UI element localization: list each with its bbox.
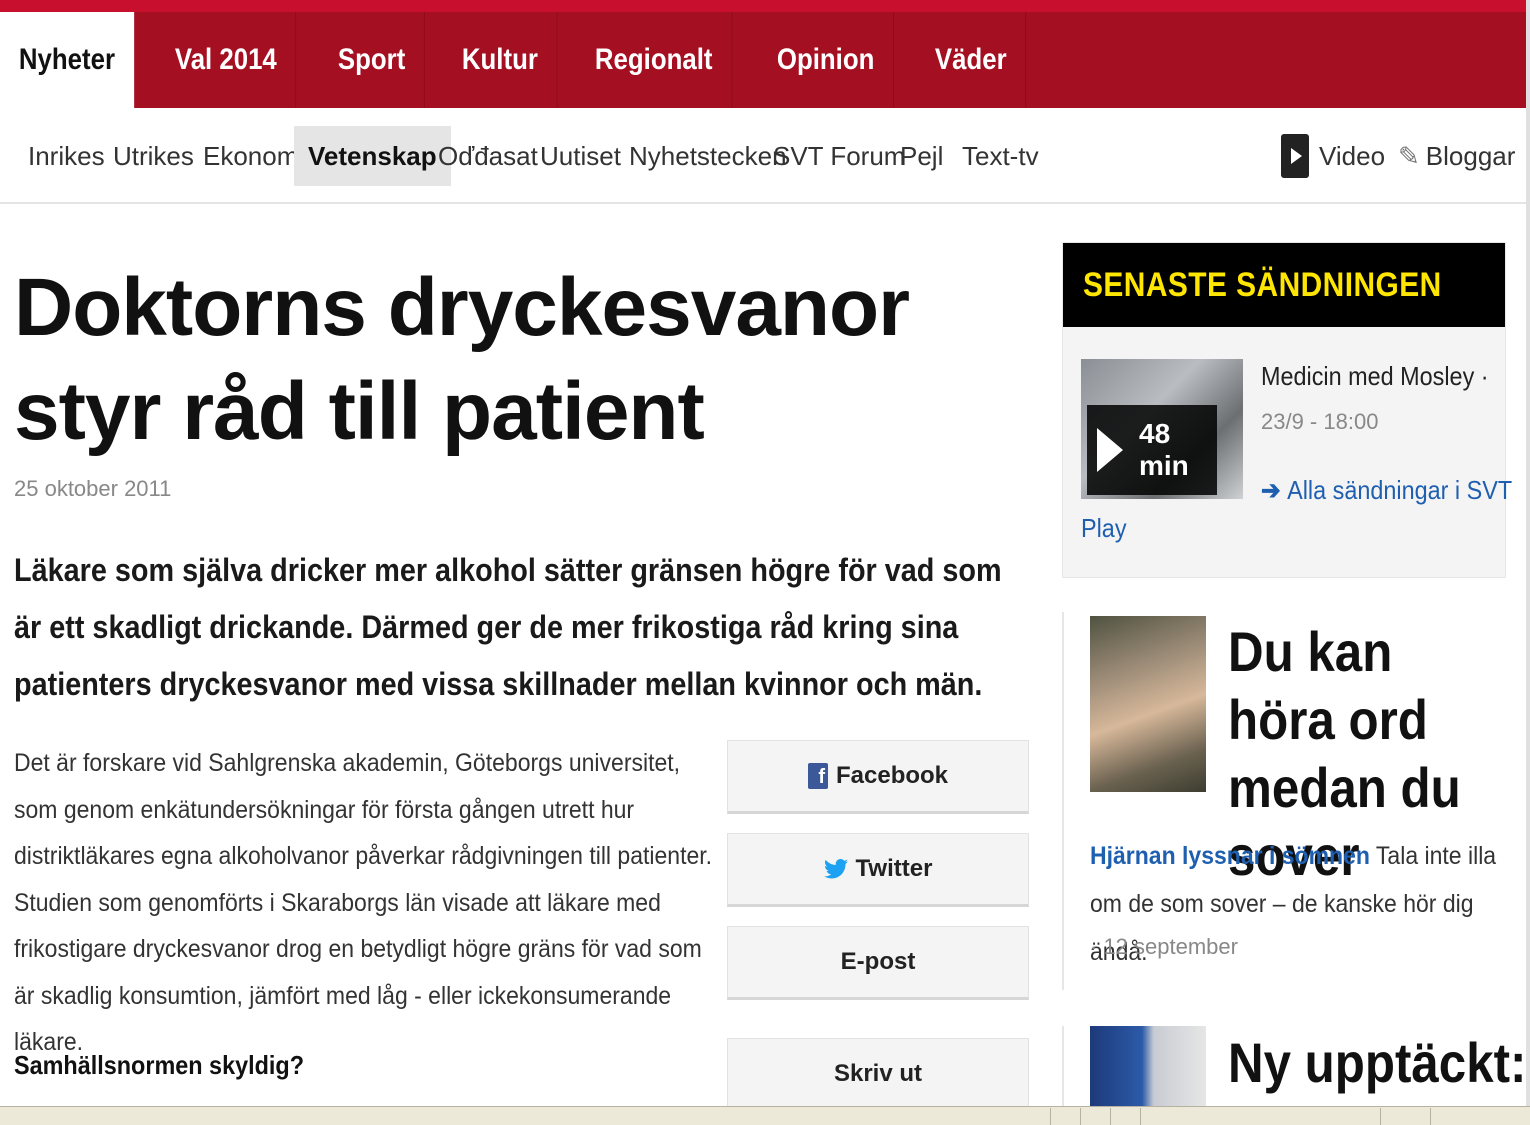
sidebar-article-image-cans[interactable] <box>1090 1026 1206 1116</box>
broadcast-heading-text: SENASTE SÄNDNINGEN <box>1083 265 1442 304</box>
broadcast-show-title[interactable]: Medicin med Mosley · <box>1261 361 1489 392</box>
sidebar-divider-2 <box>1062 1026 1064 1106</box>
subnav-utrikes[interactable]: Utrikes <box>113 126 194 186</box>
article-lead: Läkare som själva dricker mer alkohol sä… <box>14 552 1002 702</box>
status-zone-cell <box>1140 1107 1380 1125</box>
article-date: 25 oktober 2011 <box>14 476 172 501</box>
article-headline: Doktorns dryckesvanor styr råd till pati… <box>14 262 910 457</box>
sidebar-article-date: · 12 september <box>1090 934 1238 959</box>
print-button[interactable]: Skriv ut <box>727 1038 1029 1112</box>
subnav-svt-forum[interactable]: SVT Forum <box>773 126 905 186</box>
subnav-video[interactable]: Video <box>1281 126 1385 186</box>
latest-broadcast-box: SENASTE SÄNDNINGEN 48 min Medicin med Mo… <box>1062 242 1512 578</box>
broadcast-duration: 48 min <box>1139 418 1189 481</box>
status-cell <box>1080 1107 1110 1125</box>
twitter-label: Twitter <box>855 855 933 882</box>
play-icon <box>1097 428 1123 472</box>
nav-tab-vader[interactable]: Väder <box>916 12 1027 108</box>
subnav-ekonomi[interactable]: Ekonomi <box>203 126 304 186</box>
status-cell <box>1050 1107 1080 1125</box>
sidebar-article-teaser-link[interactable]: Hjärnan lyssnar i sömnen <box>1090 842 1370 870</box>
primary-nav: Nyheter Val 2014 Sport Kultur Regionalt … <box>0 12 1526 108</box>
broadcast-heading: SENASTE SÄNDNINGEN <box>1063 243 1505 327</box>
arrow-right-icon: ➔ <box>1261 475 1288 505</box>
all-broadcasts-link[interactable]: ➔ Alla sändningar i SVT <box>1261 475 1512 506</box>
nav-tab-opinion[interactable]: Opinion <box>758 12 894 108</box>
broadcast-play-overlay[interactable]: 48 min <box>1087 405 1217 495</box>
secondary-nav: Inrikes Utrikes Ekonomi Vetenskap Oďđasa… <box>0 108 1526 204</box>
all-broadcasts-link-continued[interactable]: Play <box>1081 513 1127 544</box>
sidebar-divider <box>1062 612 1064 990</box>
article-body: Det är forskare vid Sahlgrenska akademin… <box>14 749 713 1056</box>
page-scrollbar[interactable] <box>1526 0 1530 1110</box>
nav-tab-nyheter[interactable]: Nyheter <box>0 12 134 108</box>
sidebar-article-image-sleeping-man[interactable] <box>1090 616 1206 792</box>
facebook-icon: f <box>807 763 828 789</box>
nav-tab-val-2014[interactable]: Val 2014 <box>156 12 297 108</box>
sidebar-article-title-2[interactable]: Ny upptäckt: <box>1228 1030 1526 1095</box>
subnav-uutiset[interactable]: Uutiset <box>540 126 621 186</box>
article-subhead: Samhällsnormen skyldig? <box>14 1050 304 1080</box>
status-cell <box>1110 1107 1140 1125</box>
status-zoom-cell[interactable] <box>1430 1107 1530 1125</box>
article-body-continuation <box>14 1098 674 1106</box>
subnav-nyhetstecken[interactable]: Nyhetstecken <box>629 126 787 186</box>
subnav-oddasat[interactable]: Oďđasat <box>438 126 538 186</box>
video-play-icon <box>1281 134 1309 178</box>
print-label: Skriv ut <box>833 1060 923 1087</box>
subnav-pejl[interactable]: Pejl <box>900 126 943 186</box>
subnav-inrikes[interactable]: Inrikes <box>28 126 105 186</box>
browser-status-bar <box>0 1106 1530 1125</box>
share-twitter-button[interactable]: Twitter <box>727 833 1029 907</box>
nav-tab-sport[interactable]: Sport <box>319 12 426 108</box>
share-email-button[interactable]: E-post <box>727 926 1029 1000</box>
bloggar-label: Bloggar <box>1425 140 1516 171</box>
nav-tab-regionalt[interactable]: Regionalt <box>576 12 733 108</box>
pen-icon: ✎ <box>1398 140 1420 171</box>
all-broadcasts-link-text: Alla sändningar i SVT <box>1287 475 1513 505</box>
subnav-text-tv[interactable]: Text-tv <box>962 126 1039 186</box>
facebook-label: Facebook <box>835 762 949 789</box>
broadcast-show-time: 23/9 - 18:00 <box>1261 409 1379 434</box>
share-facebook-button[interactable]: f Facebook <box>727 740 1029 814</box>
top-accent-strip <box>0 0 1530 12</box>
video-label: Video <box>1319 140 1386 171</box>
twitter-bird-icon <box>823 859 848 879</box>
nav-tab-kultur[interactable]: Kultur <box>443 12 558 108</box>
subnav-vetenskap[interactable]: Vetenskap <box>294 126 451 186</box>
subnav-bloggar[interactable]: ✎ Bloggar <box>1398 126 1515 186</box>
email-label: E-post <box>840 948 916 975</box>
status-cell <box>1380 1107 1430 1125</box>
broadcast-thumbnail[interactable]: 48 min <box>1081 359 1243 499</box>
